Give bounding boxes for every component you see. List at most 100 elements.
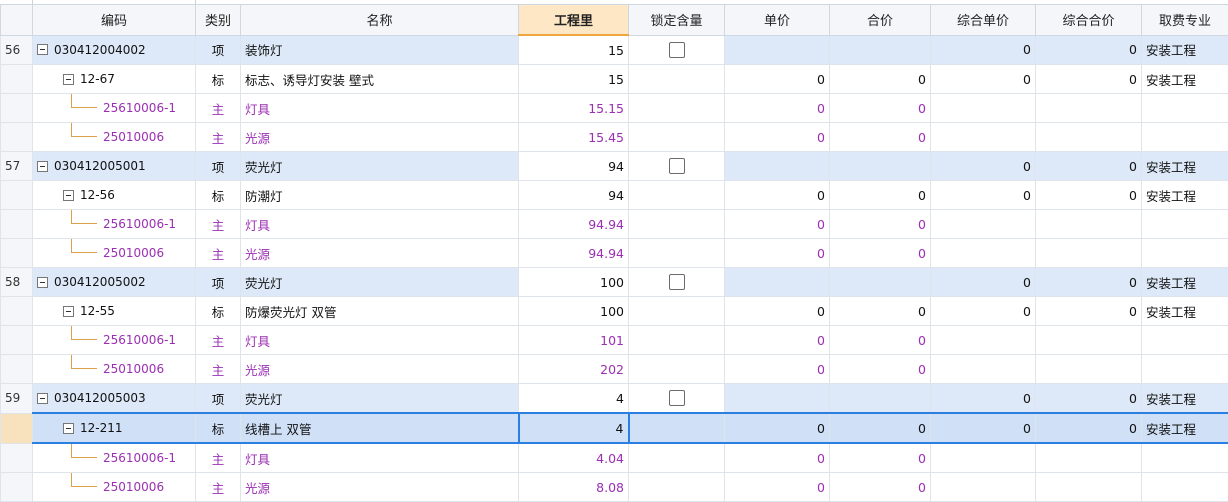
unit-price-cell[interactable]: 0 [725,326,830,355]
collapse-icon[interactable] [63,306,74,317]
table-row[interactable]: 12-67标标志、诱导灯安装 壁式150000安装工程 [1,65,1228,94]
fee-specialty-cell[interactable]: 安装工程 [1142,413,1228,443]
code-cell[interactable]: 25610006-1 [33,94,196,123]
composite-unit-price-cell[interactable] [931,123,1036,152]
total-price-cell[interactable] [830,152,931,181]
unit-price-cell[interactable]: 0 [725,239,830,268]
composite-unit-price-cell[interactable]: 0 [931,384,1036,414]
lock-cell[interactable] [629,65,725,94]
table-row[interactable]: 57030412005001项荧光灯9400安装工程 [1,152,1228,181]
composite-unit-price-cell[interactable] [931,443,1036,473]
collapse-icon[interactable] [63,190,74,201]
quantity-cell[interactable]: 101 [519,326,629,355]
name-cell[interactable]: 灯具 [241,210,519,239]
name-cell[interactable]: 光源 [241,239,519,268]
composite-unit-price-cell[interactable]: 0 [931,152,1036,181]
composite-unit-price-cell[interactable] [931,473,1036,502]
table-row[interactable]: 25010006主光源15.45 00 [1,123,1228,152]
composite-total-cell[interactable]: 0 [1036,65,1142,94]
composite-unit-price-cell[interactable]: 0 [931,268,1036,297]
composite-unit-price-cell[interactable] [931,94,1036,123]
quantity-cell[interactable]: 202 [519,355,629,384]
total-price-cell[interactable]: 0 [830,239,931,268]
lock-cell[interactable] [629,123,725,152]
total-price-cell[interactable]: 0 [830,443,931,473]
fee-specialty-cell[interactable]: 安装工程 [1142,268,1228,297]
fee-specialty-cell[interactable]: 安装工程 [1142,152,1228,181]
unit-price-cell[interactable]: 0 [725,181,830,210]
composite-total-cell[interactable]: 0 [1036,35,1142,65]
quantity-cell[interactable]: 94 [519,181,629,210]
composite-total-cell[interactable] [1036,443,1142,473]
col-header-type[interactable]: 类别 [196,5,241,36]
composite-unit-price-cell[interactable]: 0 [931,297,1036,326]
table-row[interactable]: 25010006主光源8.0800 [1,473,1228,502]
lock-cell[interactable] [629,181,725,210]
unit-price-cell[interactable] [725,152,830,181]
code-cell[interactable]: 12-67 [33,65,196,94]
type-cell[interactable]: 主 [196,123,241,152]
lock-quantity-checkbox[interactable] [669,158,685,174]
name-cell[interactable]: 防爆荧光灯 双管 [241,297,519,326]
lock-cell[interactable] [629,413,725,443]
lock-quantity-checkbox[interactable] [669,274,685,290]
composite-total-cell[interactable]: 0 [1036,413,1142,443]
lock-cell[interactable] [629,443,725,473]
code-cell[interactable]: 25610006-1 [33,326,196,355]
lock-cell[interactable] [629,326,725,355]
unit-price-cell[interactable]: 0 [725,297,830,326]
fee-specialty-cell[interactable] [1142,443,1228,473]
table-row[interactable]: 56030412004002项装饰灯1500安装工程 [1,35,1228,65]
total-price-cell[interactable] [830,384,931,414]
name-cell[interactable]: 装饰灯 [241,35,519,65]
total-price-cell[interactable]: 0 [830,355,931,384]
name-cell[interactable]: 光源 [241,123,519,152]
lock-cell[interactable] [629,35,725,65]
table-row[interactable]: 25010006主光源94.9400 [1,239,1228,268]
quantity-cell[interactable]: 100 [519,297,629,326]
type-cell[interactable]: 项 [196,268,241,297]
composite-unit-price-cell[interactable]: 0 [931,181,1036,210]
lock-cell[interactable] [629,355,725,384]
composite-unit-price-cell[interactable] [931,239,1036,268]
type-cell[interactable]: 标 [196,413,241,443]
col-header-composite-total[interactable]: 综合合价 [1036,5,1142,36]
unit-price-cell[interactable]: 0 [725,123,830,152]
total-price-cell[interactable]: 0 [830,94,931,123]
lock-quantity-checkbox[interactable] [669,42,685,58]
quantity-cell[interactable]: 15.45 [519,123,629,152]
lock-cell[interactable] [629,384,725,414]
table-row[interactable]: 12-56标防潮灯940000安装工程 [1,181,1228,210]
total-price-cell[interactable]: 0 [830,326,931,355]
lock-cell[interactable] [629,473,725,502]
type-cell[interactable]: 项 [196,384,241,414]
type-cell[interactable]: 项 [196,35,241,65]
collapse-icon[interactable] [37,44,48,55]
code-cell[interactable]: 12-211 [33,413,196,443]
fee-specialty-cell[interactable]: 安装工程 [1142,65,1228,94]
composite-total-cell[interactable] [1036,210,1142,239]
composite-total-cell[interactable] [1036,326,1142,355]
unit-price-cell[interactable]: 0 [725,210,830,239]
quantity-cell[interactable]: 100 [519,268,629,297]
lock-cell[interactable] [629,268,725,297]
lock-cell[interactable] [629,239,725,268]
composite-total-cell[interactable] [1036,94,1142,123]
quantity-cell[interactable]: 4 [519,384,629,414]
composite-unit-price-cell[interactable]: 0 [931,65,1036,94]
code-cell[interactable]: 12-55 [33,297,196,326]
quantity-cell[interactable]: 94 [519,152,629,181]
fee-specialty-cell[interactable] [1142,473,1228,502]
unit-price-cell[interactable] [725,35,830,65]
total-price-cell[interactable] [830,35,931,65]
col-header-total-price[interactable]: 合价 [830,5,931,36]
type-cell[interactable]: 主 [196,473,241,502]
table-row[interactable]: 25610006-1主灯具15.1500 [1,94,1228,123]
total-price-cell[interactable]: 0 [830,123,931,152]
quantity-cell[interactable]: 8.08 [519,473,629,502]
code-cell[interactable]: 25010006 [33,123,196,152]
unit-price-cell[interactable]: 0 [725,355,830,384]
composite-unit-price-cell[interactable] [931,355,1036,384]
col-header-lock[interactable]: 锁定含量 [629,5,725,36]
lock-cell[interactable] [629,210,725,239]
